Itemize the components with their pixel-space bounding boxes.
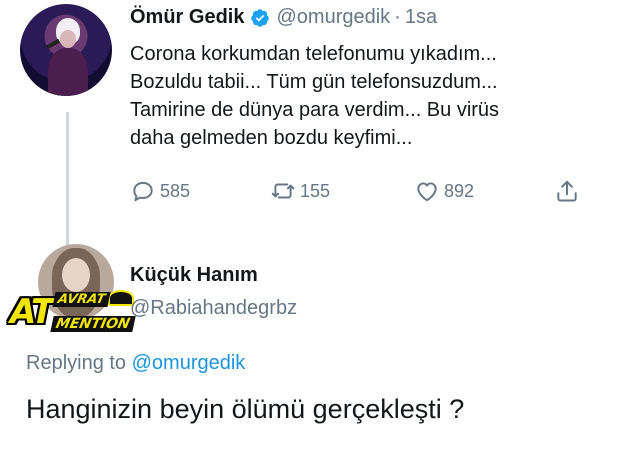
tweet-time[interactable]: 1sa — [405, 6, 437, 29]
verified-badge-icon — [251, 8, 270, 27]
separator-dot: · — [394, 6, 401, 28]
reply-button[interactable]: 585 — [130, 178, 190, 204]
share-icon — [557, 180, 577, 202]
like-count: 892 — [444, 180, 475, 201]
author-avatar[interactable] — [20, 4, 112, 96]
tweet-header: Ömür Gedik @omurgedik · 1sa — [130, 6, 437, 29]
tweet-text: Corona korkumdan telefonumu yıkadım... B… — [130, 40, 625, 152]
avatar-microphone — [45, 38, 61, 50]
replying-prefix: Replying to — [26, 352, 127, 374]
tweet-actions: 585 155 892 — [130, 178, 600, 210]
watermark-bottom: MENTION — [50, 316, 136, 332]
share-button[interactable] — [554, 178, 584, 204]
avatar-figure — [48, 48, 88, 96]
reply-author-handle[interactable]: @Rabiahandegrbz — [130, 297, 297, 320]
avatar-face — [62, 258, 90, 292]
thread-line — [66, 112, 69, 255]
retweet-icon — [271, 183, 295, 199]
tweet-text-line: Corona korkumdan telefonumu yıkadım... — [130, 43, 497, 65]
retweet-count: 155 — [300, 180, 331, 201]
replying-mention-link[interactable]: @omurgedik — [132, 352, 246, 374]
author-handle[interactable]: @omurgedik — [276, 6, 390, 29]
author-name[interactable]: Ömür Gedik — [130, 6, 244, 29]
tweet-text-line: daha gelmeden bozdu keyfimi... — [130, 127, 413, 149]
reply-text: Hanginizin beyin ölümü gerçekleşti ? — [26, 394, 465, 424]
retweet-button[interactable]: 155 — [270, 178, 330, 204]
replying-to-line: Replying to @omurgedik — [26, 352, 245, 375]
reply-count: 585 — [160, 180, 191, 201]
watermark-top: AVRAT — [52, 292, 111, 307]
reply-icon — [133, 181, 153, 202]
avatar-face — [60, 30, 76, 48]
watermark-big: AT — [10, 292, 54, 332]
reply-author-name[interactable]: Küçük Hanım — [130, 264, 258, 287]
watermark-logo: AT AVRAT MENTION — [10, 290, 138, 338]
tweet-text-line: Tamirine de dünya para verdim... Bu virü… — [130, 99, 500, 121]
tweet-text-line: Bozuldu tabii... Tüm gün telefonsuzdum..… — [130, 71, 498, 93]
like-button[interactable]: 892 — [414, 178, 474, 204]
heart-icon — [417, 182, 437, 202]
